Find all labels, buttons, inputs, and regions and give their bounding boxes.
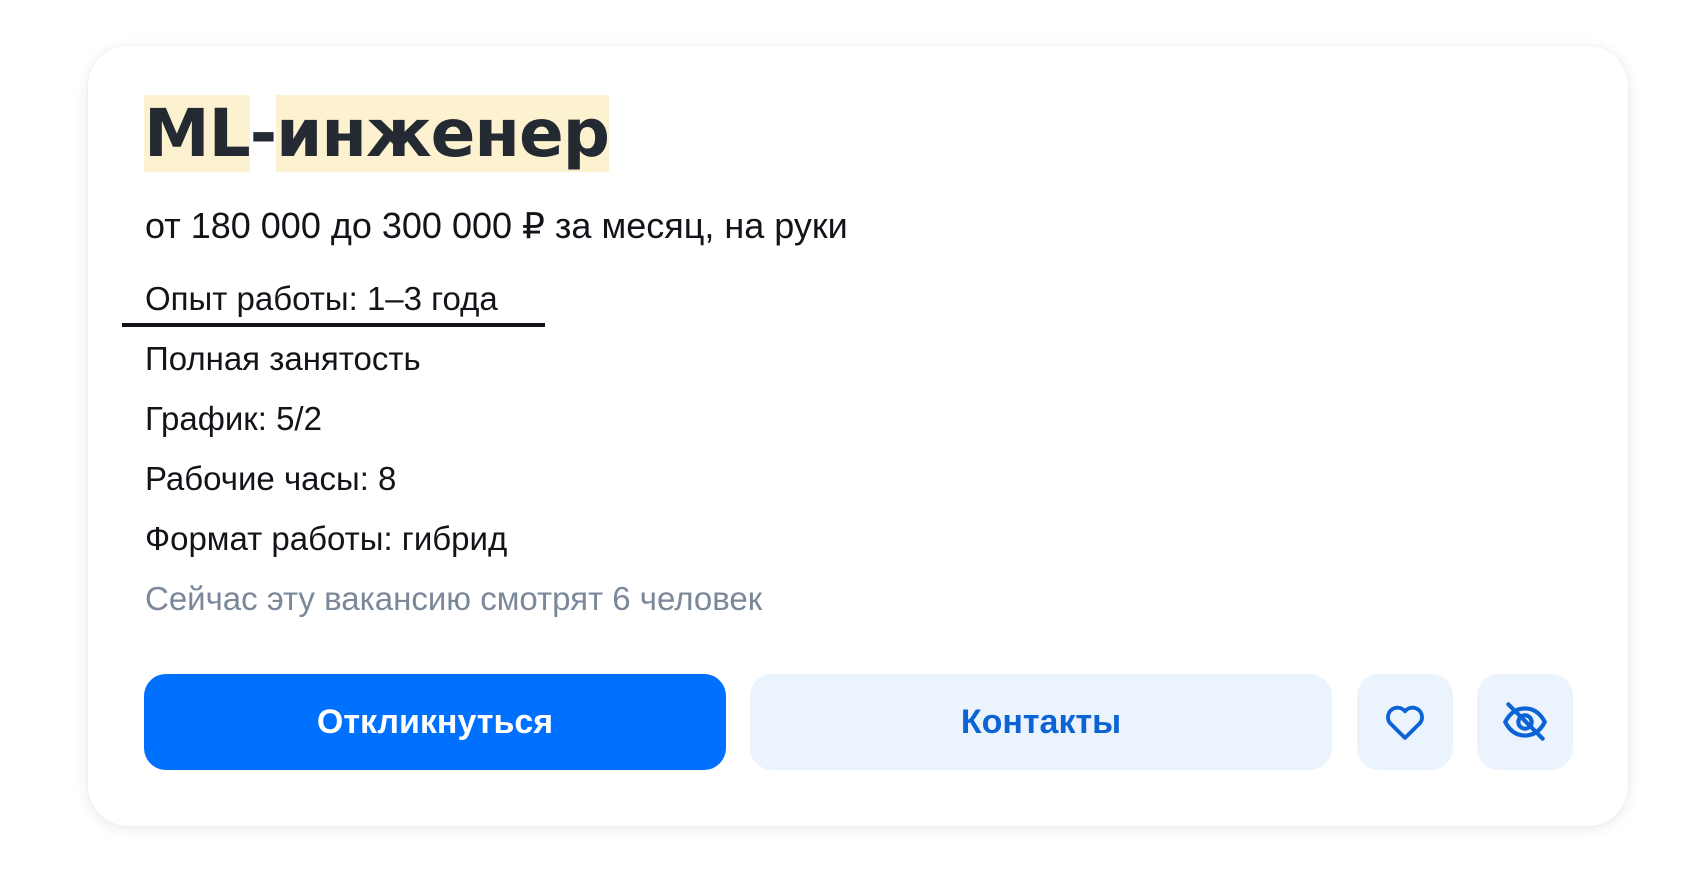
experience-underline (122, 323, 545, 327)
eye-off-icon (1503, 702, 1547, 741)
title-separator: - (249, 95, 277, 172)
work-format: Формат работы: гибрид (145, 520, 508, 557)
salary: от 180 000 до 300 000 ₽ за месяц, на рук… (145, 205, 848, 246)
contacts-button[interactable]: Контакты (750, 674, 1332, 770)
schedule: График: 5/2 (145, 400, 322, 437)
hide-vacancy-button[interactable] (1477, 674, 1573, 770)
heart-icon (1386, 705, 1424, 740)
viewers-count: Сейчас эту вакансию смотрят 6 человек (145, 580, 763, 617)
vacancy-title[interactable]: ML-инженер (144, 95, 610, 172)
working-hours: Рабочие часы: 8 (145, 460, 397, 497)
experience: Опыт работы: 1–3 года (145, 280, 498, 317)
title-highlight-engineer: инженер (276, 95, 610, 172)
employment-type: Полная занятость (145, 340, 421, 377)
apply-button[interactable]: Откликнуться (144, 674, 726, 770)
vacancy-card: ML-инженер от 180 000 до 300 000 ₽ за ме… (88, 46, 1628, 826)
favorite-button[interactable] (1357, 674, 1453, 770)
title-highlight-ml: ML (144, 95, 251, 172)
